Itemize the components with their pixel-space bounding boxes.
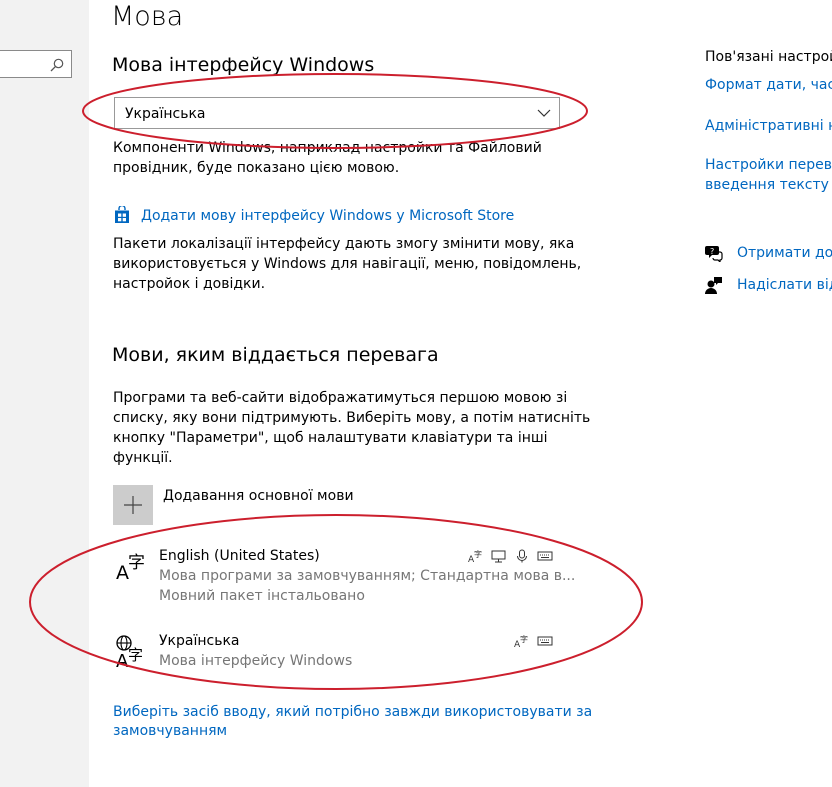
text-to-speech-icon: A 字 bbox=[514, 634, 528, 648]
related-settings-heading: Пов'язані настройк bbox=[705, 49, 832, 65]
related-link-spelling-1[interactable]: Настройки перевір bbox=[705, 155, 832, 175]
english-feature-icons: A 字 bbox=[468, 545, 557, 564]
preferred-description-2: списку, яку вони підтримують. Виберіть м… bbox=[113, 410, 591, 426]
interface-language-dropdown[interactable]: Українська bbox=[114, 97, 560, 129]
preferred-description-4: функції. bbox=[113, 450, 173, 466]
add-language-label[interactable]: Додавання основної мови bbox=[163, 486, 354, 506]
send-feedback-link[interactable]: Надіслати від bbox=[737, 275, 832, 295]
language-name-ukrainian[interactable]: Українська bbox=[159, 631, 239, 651]
text-to-speech-icon: A 字 bbox=[468, 549, 482, 563]
related-link-admin[interactable]: Адміністративні на bbox=[705, 116, 832, 136]
language-detail-ukrainian: Мова інтерфейсу Windows bbox=[159, 653, 353, 669]
svg-text:字: 字 bbox=[128, 646, 143, 664]
plus-icon bbox=[124, 496, 142, 514]
store-description-2: використовується у Windows для навігації… bbox=[113, 256, 582, 272]
related-link-date-time[interactable]: Формат дати, часу bbox=[705, 75, 832, 95]
get-help-link[interactable]: Отримати дов bbox=[737, 243, 832, 263]
preferred-description-3: кнопку "Параметри", щоб налаштувати клав… bbox=[113, 430, 548, 446]
svg-text:字: 字 bbox=[474, 549, 482, 559]
add-language-button[interactable] bbox=[113, 485, 153, 525]
keyboard-icon bbox=[537, 636, 553, 645]
interface-language-heading: Мова інтерфейсу Windows bbox=[112, 54, 375, 76]
preferred-description-1: Програми та веб-сайти відображатимуться … bbox=[113, 390, 568, 406]
store-icon bbox=[113, 204, 131, 224]
input-method-link-1[interactable]: Виберіть засіб вводу, який потрібно завж… bbox=[113, 702, 592, 722]
store-description-3: настройок і довідки. bbox=[113, 276, 266, 292]
store-description-1: Пакети локалізації інтерфейсу дають змог… bbox=[113, 236, 575, 252]
interface-language-selected: Українська bbox=[125, 106, 206, 122]
language-name-english[interactable]: English (United States) bbox=[159, 546, 320, 566]
search-icon bbox=[50, 58, 64, 72]
language-status-english: Мовний пакет інстальовано bbox=[159, 588, 365, 604]
interface-language-description-2: провідник, буде показано цією мовою. bbox=[113, 160, 400, 176]
chevron-down-icon bbox=[537, 109, 551, 117]
speech-icon bbox=[517, 549, 528, 562]
svg-text:字: 字 bbox=[128, 553, 145, 573]
search-input[interactable] bbox=[0, 50, 72, 78]
svg-text:字: 字 bbox=[520, 634, 528, 644]
navigation-sidebar bbox=[0, 0, 89, 787]
feedback-icon bbox=[705, 276, 723, 294]
interface-language-description-1: Компоненти Windows, наприклад настройки … bbox=[113, 140, 542, 156]
preferred-languages-heading: Мови, яким віддається перевага bbox=[112, 344, 439, 366]
related-link-spelling-2[interactable]: введення тексту та bbox=[705, 175, 832, 195]
language-detail-english: Мова програми за замовчуванням; Стандарт… bbox=[159, 568, 576, 584]
input-method-link-2[interactable]: замовчуванням bbox=[113, 721, 227, 741]
keyboard-icon bbox=[537, 551, 553, 560]
display-language-icon: A 字 bbox=[115, 634, 149, 672]
page-title: Мова bbox=[111, 1, 184, 32]
display-icon bbox=[491, 550, 506, 562]
store-link[interactable]: Додати мову інтерфейсу Windows у Microso… bbox=[141, 206, 514, 226]
chat-help-icon: ? bbox=[705, 244, 723, 264]
language-icon: A 字 bbox=[115, 549, 149, 584]
ukrainian-feature-icons: A 字 bbox=[514, 630, 557, 649]
svg-text:?: ? bbox=[710, 247, 714, 256]
